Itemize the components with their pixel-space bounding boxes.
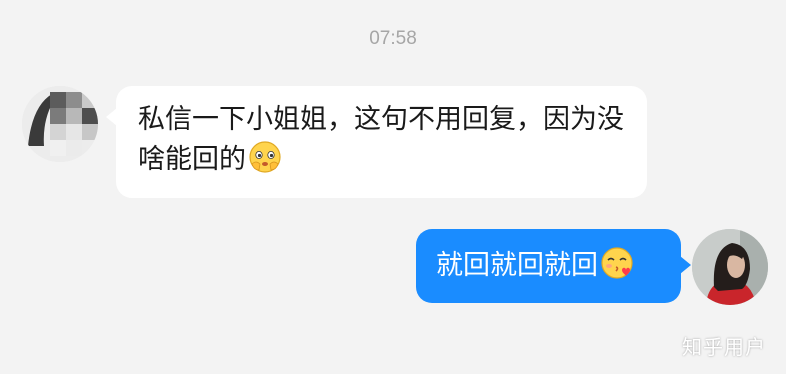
bubble-tail	[680, 256, 691, 274]
incoming-message-text: 私信一下小姐姐，这句不用回复，因为没啥能回的	[138, 104, 624, 175]
sender-avatar[interactable]	[22, 86, 98, 162]
outgoing-message-text: 就回就回就回	[436, 250, 598, 281]
shy-smile-emoji-icon	[248, 140, 282, 186]
incoming-message-bubble[interactable]: 私信一下小姐姐，这句不用回复，因为没啥能回的	[106, 86, 647, 198]
pixelated-avatar-image	[22, 86, 98, 162]
bubble-tail	[106, 108, 117, 126]
zhihu-watermark: 知乎用户	[682, 335, 766, 359]
user-avatar[interactable]	[692, 229, 768, 305]
message-timestamp: 07:58	[369, 28, 417, 49]
user-avatar-photo	[692, 229, 768, 305]
kiss-heart-emoji-icon	[600, 246, 634, 292]
outgoing-message-bubble[interactable]: 就回就回就回	[416, 229, 691, 303]
